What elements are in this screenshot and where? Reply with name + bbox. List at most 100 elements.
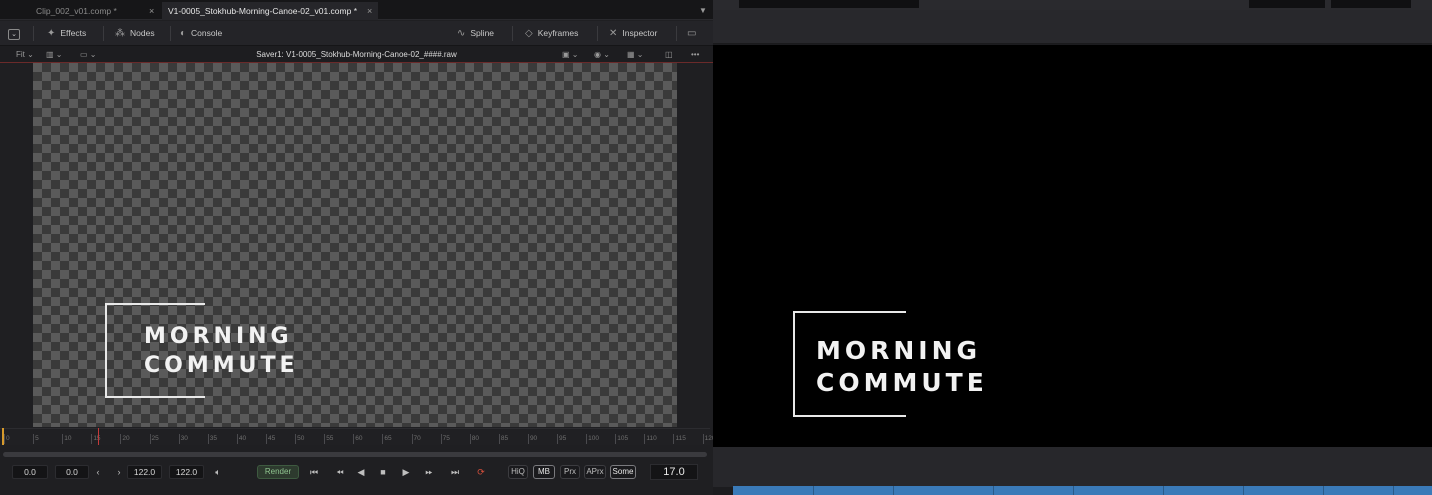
ruler-tick: 40	[236, 434, 247, 444]
timecode-display	[739, 0, 919, 8]
track-divider	[1323, 486, 1324, 495]
console-button[interactable]: ◐ Console	[180, 21, 222, 46]
close-tab-icon[interactable]: ×	[149, 2, 154, 20]
global-end-field[interactable]: 122.0	[169, 465, 204, 479]
ruler-tick: 5	[33, 434, 39, 444]
ruler-tick: 50	[295, 434, 305, 444]
split-view-icon[interactable]: ◫	[665, 46, 673, 63]
stop-icon[interactable]: ■	[376, 464, 390, 480]
tab-clip-002[interactable]: Clip_002_v01.comp *	[30, 2, 158, 20]
timeline-header	[713, 447, 1432, 487]
comp-tab-bar: Clip_002_v01.comp * V1-0005_Stokhub-Morn…	[0, 0, 713, 20]
ruler-tick: 45	[265, 434, 276, 444]
step-back-icon[interactable]: ‹	[92, 464, 104, 480]
track-divider	[893, 486, 894, 495]
panel-toggle-button[interactable]: ⌄	[8, 21, 22, 46]
ruler-tick: 85	[498, 434, 509, 444]
current-frame-field[interactable]: 17.0	[650, 464, 698, 480]
chevron-down-icon: ⌄	[24, 50, 34, 59]
global-start-field[interactable]: 0.0	[12, 465, 48, 479]
aprx-toggle[interactable]: APrx	[584, 465, 606, 479]
ruler-tick: 110	[644, 434, 657, 444]
effects-wand-icon: ✦	[47, 28, 56, 39]
some-toggle[interactable]: Some	[610, 465, 636, 479]
fusion-panel: Clip_002_v01.comp * V1-0005_Stokhub-Morn…	[0, 0, 713, 495]
edit-panel: MORNING COMMUTE	[713, 0, 1432, 495]
speed-display	[1331, 0, 1411, 8]
keyframes-button[interactable]: ◇ Keyframes	[525, 21, 578, 46]
ruler-tick: 70	[411, 434, 421, 444]
ruler-tick: 120	[702, 434, 713, 444]
ruler-tick: 100	[586, 434, 600, 444]
timeline-clip[interactable]	[733, 486, 1432, 495]
rewind-icon[interactable]: ⏪︎	[331, 464, 349, 480]
in-point-marker[interactable]	[2, 428, 4, 445]
console-icon: ◐	[180, 28, 187, 39]
nodes-button[interactable]: ⁂ Nodes	[115, 21, 155, 46]
ruler-tick: 0	[4, 434, 10, 444]
viewer-canvas[interactable]: MORNING COMMUTE	[33, 63, 677, 427]
title-line-1: MORNING	[144, 324, 293, 349]
spline-label: Spline	[470, 28, 495, 38]
track-divider	[1073, 486, 1074, 495]
hiq-toggle[interactable]: HiQ	[508, 465, 528, 479]
effects-label: Effects	[60, 28, 87, 38]
ruler-tick: 95	[557, 434, 567, 444]
color-channel-icon[interactable]: ◉ ⌄	[594, 46, 610, 63]
play-icon[interactable]: ▶	[399, 464, 413, 480]
ruler-tick: 20	[120, 434, 130, 444]
more-options-icon[interactable]: •••	[691, 46, 699, 63]
go-to-start-icon[interactable]: ⏮︎	[305, 464, 323, 480]
loop-icon[interactable]: ⟳	[472, 464, 490, 480]
ruler-tick: 80	[469, 434, 479, 444]
render-end-field[interactable]: 122.0	[127, 465, 162, 479]
track-divider	[813, 486, 814, 495]
playhead[interactable]	[98, 428, 99, 445]
monitor-button[interactable]: ▭	[687, 21, 701, 46]
viewer-layout-icon[interactable]: ▥ ⌄	[46, 46, 62, 63]
transport-controls: 0.0 0.0 ‹ › 122.0 122.0 🔈︎ Render ⏮︎ ⏪︎ …	[0, 460, 713, 484]
tab-v1-0005[interactable]: V1-0005_Stokhub-Morning-Canoe-02_v01.com…	[162, 2, 378, 20]
spline-button[interactable]: ∿ Spline	[457, 21, 494, 46]
fit-dropdown[interactable]: Fit ⌄	[16, 46, 34, 63]
track-divider	[993, 486, 994, 495]
timeline-scrollbar[interactable]	[3, 452, 707, 457]
step-forward-icon[interactable]: ›	[113, 464, 125, 480]
fast-forward-icon[interactable]: ⏩︎	[420, 464, 438, 480]
nodes-label: Nodes	[130, 28, 155, 38]
ruler-tick: 30	[178, 434, 188, 444]
title-bracket	[105, 303, 205, 398]
ruler-tick: 60	[353, 434, 363, 444]
inspector-button[interactable]: ✕ Inspector	[609, 21, 657, 46]
fusion-toolbar: ⌄ ✦ Effects ⁂ Nodes ◐ Console ∿ Spline ◇ Keyf…	[0, 21, 713, 46]
render-button[interactable]: Render	[257, 465, 299, 479]
spline-icon: ∿	[457, 28, 466, 39]
title-line-2: COMMUTE	[144, 353, 299, 378]
keyframes-icon: ◇	[525, 28, 533, 39]
render-start-field[interactable]: 0.0	[55, 465, 89, 479]
speaker-icon[interactable]: 🔈︎	[210, 464, 226, 480]
title-line-2: COMMUTE	[816, 368, 988, 397]
close-tab-icon[interactable]: ×	[367, 2, 372, 20]
roi-icon[interactable]: ▣ ⌄	[562, 46, 578, 63]
viewer-header: Saver1: V1-0005_Stokhub-Morning-Canoe-02…	[0, 46, 713, 63]
go-to-end-icon[interactable]: ⏭︎	[446, 464, 464, 480]
inspector-label: Inspector	[622, 28, 658, 38]
viewer-option-icon[interactable]: ▭ ⌄	[80, 46, 96, 63]
effects-button[interactable]: ✦ Effects	[47, 21, 86, 46]
nodes-icon: ⁂	[115, 28, 125, 39]
ruler-tick: 15	[91, 434, 101, 444]
track-divider	[1393, 486, 1394, 495]
tab-menu-chevron-icon[interactable]: ▼	[699, 2, 707, 20]
mb-toggle[interactable]: MB	[533, 465, 555, 479]
grid-icon[interactable]: ▦ ⌄	[627, 46, 643, 63]
prx-toggle[interactable]: Prx	[560, 465, 580, 479]
chevron-down-icon: ⌄	[8, 29, 20, 40]
play-reverse-icon[interactable]: ◀	[354, 464, 368, 480]
ruler-tick: 115	[673, 434, 686, 444]
console-label: Console	[191, 28, 223, 38]
program-monitor[interactable]: MORNING COMMUTE	[713, 45, 1432, 447]
track-divider	[1163, 486, 1164, 495]
track-divider	[1243, 486, 1244, 495]
time-ruler[interactable]: 0 5 10 15 20 25 30 35 40 45 50 55 60 65 70 75 80 85 90 95 10…	[0, 428, 713, 445]
